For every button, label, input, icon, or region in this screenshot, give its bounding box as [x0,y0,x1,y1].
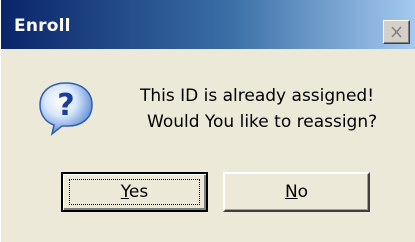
window-title: Enroll [14,16,71,36]
yes-label-rest: es [128,182,149,202]
no-accesskey: N [284,182,298,202]
svg-text:?: ? [57,88,74,123]
message-dialog: Enroll ? This ID is already assigned! Wo… [0,0,415,242]
yes-button-label: Yes [121,182,148,202]
no-label-rest: o [297,182,309,202]
yes-accesskey: Y [120,182,129,202]
question-icon: ? [39,82,93,136]
yes-button[interactable]: Yes [61,172,208,212]
message-line-2: Would You like to reassign? [147,112,378,132]
message-line-1: This ID is already assigned! [140,86,375,106]
no-button[interactable]: No [223,172,370,212]
close-button[interactable] [383,20,410,44]
title-bar[interactable]: Enroll [1,0,415,49]
no-button-label: No [285,182,308,202]
close-icon [391,26,402,38]
